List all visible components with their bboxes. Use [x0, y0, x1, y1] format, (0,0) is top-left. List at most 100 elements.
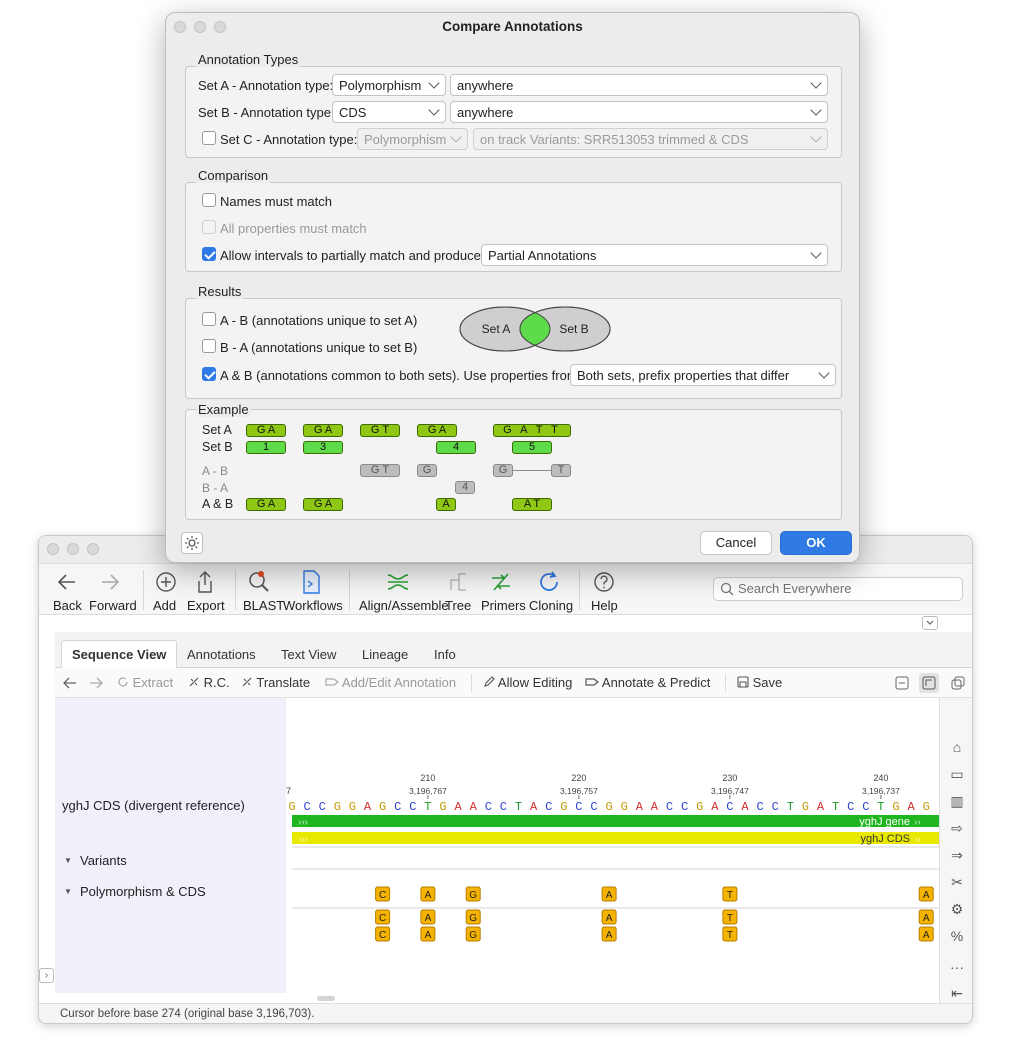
tab-lineage[interactable]: Lineage — [352, 641, 418, 668]
collapse-all-icon[interactable] — [895, 676, 909, 690]
arrow-forward-panel-icon[interactable]: ⇒ — [949, 847, 965, 863]
tab-annotations[interactable]: Annotations — [177, 641, 266, 668]
extract-button[interactable]: Extract — [117, 675, 173, 690]
more-icon[interactable]: ··· — [949, 959, 965, 975]
set-a-location-select[interactable]: anywhere — [450, 74, 828, 96]
forward-button[interactable]: Forward — [89, 568, 137, 613]
arrow-right-panel-icon[interactable]: ⇨ — [949, 820, 965, 836]
chevron-down-icon — [428, 77, 440, 89]
search-icon — [720, 582, 734, 596]
set-c-location-select[interactable]: on track Variants: SRR513053 trimmed & C… — [473, 128, 828, 150]
split-view-icon[interactable] — [951, 676, 965, 690]
arrow-left-icon[interactable] — [63, 677, 77, 689]
a-and-b-checkbox[interactable] — [202, 367, 216, 381]
add-button[interactable]: Add — [153, 568, 179, 613]
ok-button[interactable]: OK — [780, 531, 852, 555]
cloning-button[interactable]: Cloning — [529, 568, 573, 613]
blast-button[interactable]: BLAST — [243, 568, 284, 613]
ruler-tick-label: 220 — [571, 773, 586, 783]
sequence-canvas[interactable]: 7 210 3,196,767 220 3,196,757 230 3,196,747 240… — [286, 698, 939, 993]
pencil-icon — [484, 676, 495, 687]
example-pill: 1 — [246, 441, 286, 454]
statistics-icon[interactable]: ▥ — [949, 793, 965, 809]
tab-sequence-view[interactable]: Sequence View — [61, 640, 178, 669]
set-b-type-select[interactable]: CDS — [332, 101, 446, 123]
gear-icon[interactable]: ⚙ — [949, 901, 965, 917]
variant-base-label: A — [923, 930, 930, 941]
tab-text-view[interactable]: Text View — [271, 641, 346, 668]
cancel-button[interactable]: Cancel — [700, 531, 772, 555]
set-b-location-select[interactable]: anywhere — [450, 101, 828, 123]
set-c-type-select[interactable]: Polymorphism — [357, 128, 468, 150]
back-button[interactable]: Back — [53, 568, 82, 613]
dialog-options-button[interactable] — [181, 532, 203, 554]
sequence-base: C — [394, 800, 401, 814]
sequence-toolbar: Extract R.C. Translate Add/Edit Annotati… — [55, 668, 972, 698]
workflows-button[interactable]: Workflows — [283, 568, 343, 613]
align-assemble-button[interactable]: Align/Assemble — [359, 568, 449, 613]
search-input[interactable] — [738, 581, 958, 596]
percent-icon[interactable]: % — [949, 928, 965, 944]
expand-triangle-icon[interactable]: ▼ — [64, 887, 72, 896]
sequence-base: G — [288, 800, 295, 814]
add-edit-annotation-button[interactable]: Add/Edit Annotation — [325, 675, 456, 690]
zoom-window-button[interactable] — [87, 543, 99, 555]
tab-info[interactable]: Info — [424, 641, 466, 668]
arrow-right-icon[interactable] — [89, 677, 103, 689]
expand-sidebar-button[interactable]: › — [39, 968, 54, 983]
sequence-base: G — [892, 800, 899, 814]
document-tabs: Sequence View Annotations Text View Line… — [55, 632, 972, 669]
names-match-checkbox[interactable] — [202, 193, 216, 207]
search-everywhere[interactable] — [713, 577, 963, 601]
set-c-checkbox[interactable] — [202, 131, 216, 145]
polymorphism-track-label[interactable]: Polymorphism & CDS — [80, 884, 206, 899]
properties-source-select[interactable]: Both sets, prefix properties that differ — [570, 364, 836, 386]
reverse-complement-button[interactable]: R.C. — [188, 675, 230, 690]
save-disk-icon — [737, 676, 749, 688]
sequence-base: A — [817, 800, 825, 814]
properties-match-label: All properties must match — [220, 221, 367, 236]
view-mode-toggle[interactable] — [919, 673, 939, 693]
blast-magnifier-icon — [249, 571, 269, 592]
a-and-b-label: A & B (annotations common to both sets).… — [220, 368, 578, 383]
dialog-title: Compare Annotations — [442, 19, 583, 34]
a-minus-b-checkbox[interactable] — [202, 312, 216, 326]
partial-match-checkbox[interactable] — [202, 247, 216, 261]
variants-track-label[interactable]: Variants — [80, 853, 127, 868]
variant-base-label: T — [727, 930, 733, 941]
example-b-minus-a-label: B - A — [202, 481, 229, 495]
translate-button[interactable]: Translate — [241, 675, 310, 690]
cds-annotation-bar — [292, 832, 939, 844]
close-window-button[interactable] — [47, 543, 59, 555]
annotate-predict-button[interactable]: Annotate & Predict — [585, 675, 710, 690]
example-pill: G T — [360, 464, 400, 477]
expand-triangle-icon[interactable]: ▼ — [64, 856, 72, 865]
minimize-window-button[interactable] — [67, 543, 79, 555]
reverse-complement-icon — [189, 677, 199, 687]
ruler-tick-label: 7 — [286, 786, 291, 796]
home-icon[interactable]: ⌂ — [949, 739, 965, 755]
horizontal-scrollbar[interactable] — [317, 996, 335, 1001]
sequence-base: C — [485, 800, 492, 814]
collapse-panel-icon[interactable]: ⇤ — [949, 985, 965, 1001]
tree-button[interactable]: Tree — [445, 568, 471, 613]
partial-annotations-select[interactable]: Partial Annotations — [481, 244, 828, 266]
display-icon[interactable]: ▭ — [949, 766, 965, 782]
export-button[interactable]: Export — [187, 568, 225, 613]
collapse-toolbar-button[interactable] — [922, 616, 938, 630]
properties-match-checkbox[interactable] — [202, 220, 216, 234]
direction-arrows: ›› — [914, 817, 921, 828]
b-minus-a-checkbox[interactable] — [202, 339, 216, 353]
scissors-icon[interactable]: ✂ — [949, 874, 965, 890]
chevron-down-icon — [810, 77, 822, 89]
set-a-type-label: Set A - Annotation type: — [198, 78, 334, 93]
sequence-viewer[interactable]: 7 210 3,196,767 220 3,196,757 230 3,196,747 240… — [286, 698, 939, 993]
help-button[interactable]: Help — [591, 568, 618, 613]
sequence-base: A — [711, 800, 719, 814]
example-pill: 4 — [436, 441, 476, 454]
allow-editing-button[interactable]: Allow Editing — [483, 675, 572, 690]
primers-button[interactable]: Primers — [481, 568, 526, 613]
sequence-base: G — [349, 800, 356, 814]
save-button[interactable]: Save — [737, 675, 782, 690]
set-a-type-select[interactable]: Polymorphism — [332, 74, 446, 96]
